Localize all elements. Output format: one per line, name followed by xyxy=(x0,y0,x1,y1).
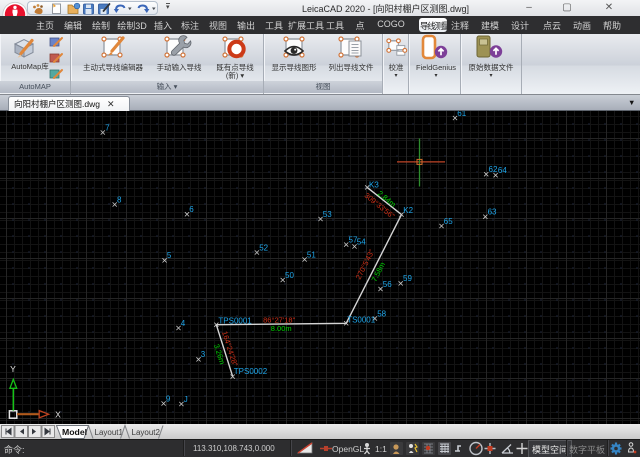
svg-text:62: 62 xyxy=(489,165,498,174)
svg-text:65: 65 xyxy=(444,217,453,226)
svg-text:K2: K2 xyxy=(403,206,413,215)
svg-text:63: 63 xyxy=(488,208,497,217)
svg-text:7: 7 xyxy=(105,123,110,132)
svg-text:Layout2: Layout2 xyxy=(132,428,161,437)
svg-text:51: 51 xyxy=(307,250,316,259)
svg-text:6: 6 xyxy=(189,205,194,214)
svg-text:8: 8 xyxy=(117,195,122,204)
svg-text:J: J xyxy=(184,395,188,404)
svg-text:50: 50 xyxy=(285,271,294,280)
svg-text:64: 64 xyxy=(498,166,507,175)
svg-text:59: 59 xyxy=(403,274,412,283)
svg-text:4: 4 xyxy=(181,319,186,328)
svg-text:61: 61 xyxy=(457,111,466,118)
svg-text:Model: Model xyxy=(62,427,87,437)
svg-text:8.00m: 8.00m xyxy=(271,324,292,333)
svg-text:Y: Y xyxy=(10,364,16,374)
svg-text:TPS0002: TPS0002 xyxy=(234,367,268,376)
svg-text:53: 53 xyxy=(323,210,332,219)
svg-text:86°27'18": 86°27'18" xyxy=(263,315,295,324)
svg-text:3: 3 xyxy=(201,350,206,359)
svg-text:5: 5 xyxy=(167,251,172,260)
svg-text:TPS0001: TPS0001 xyxy=(218,316,252,325)
svg-text:54: 54 xyxy=(357,237,366,246)
svg-text:56: 56 xyxy=(383,280,392,289)
svg-text:X: X xyxy=(55,410,61,420)
svg-text:52: 52 xyxy=(259,243,268,252)
svg-text:TS0001: TS0001 xyxy=(347,315,376,324)
svg-text:58: 58 xyxy=(377,309,386,318)
svg-text:K3: K3 xyxy=(369,180,379,189)
svg-text:9: 9 xyxy=(166,394,171,403)
svg-text:Layout1: Layout1 xyxy=(95,428,124,437)
